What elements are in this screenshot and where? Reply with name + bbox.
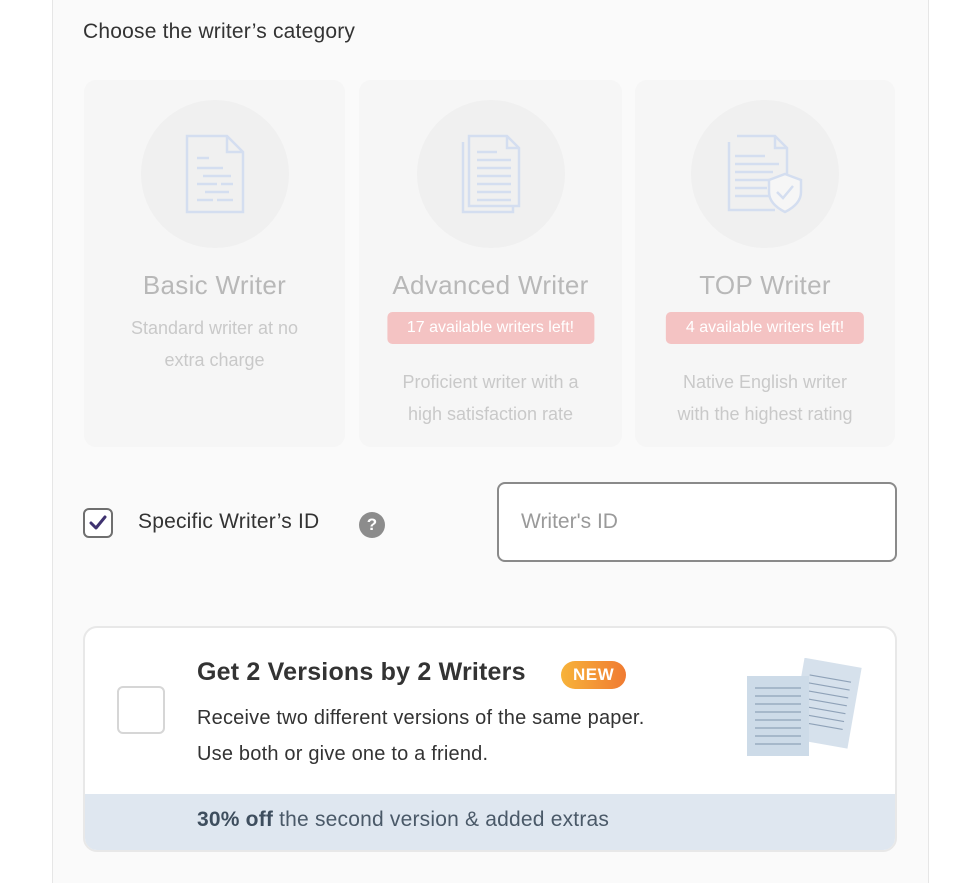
category-name: TOP Writer xyxy=(699,270,831,300)
document-shield-icon xyxy=(727,134,803,214)
two-versions-checkbox[interactable] xyxy=(117,686,165,734)
discount-text: the second version & added extras xyxy=(273,808,610,831)
two-versions-offer-card[interactable]: Get 2 Versions by 2 Writers NEW Receive … xyxy=(83,626,897,852)
description-line: Standard writer at no xyxy=(130,318,299,338)
section-title: Choose the writer’s category xyxy=(83,20,356,43)
specific-writer-label: Specific Writer’s ID xyxy=(138,510,320,533)
offer-description: Receive two different versions of the sa… xyxy=(197,700,644,772)
category-description: Standard writer at no extra charge xyxy=(98,312,331,376)
writer-id-input[interactable] xyxy=(497,482,897,562)
category-name: Advanced Writer xyxy=(392,270,589,300)
category-icon-circle xyxy=(691,100,839,248)
description-line: Native English writer xyxy=(682,372,848,392)
availability-badge: 4 available writers left! xyxy=(665,312,865,344)
category-icon-circle xyxy=(140,100,289,248)
category-card-basic[interactable]: Basic Writer Standard writer at no extra… xyxy=(84,80,345,447)
category-description: Native English writer with the highest r… xyxy=(649,366,881,430)
offer-title: Get 2 Versions by 2 Writers xyxy=(197,658,526,686)
new-badge: NEW xyxy=(561,661,627,689)
availability-badge: 17 available writers left! xyxy=(386,312,595,344)
category-name: Basic Writer xyxy=(142,270,287,300)
description-line: Receive two different versions of the sa… xyxy=(197,707,645,729)
help-icon[interactable]: ? xyxy=(359,512,385,538)
category-description: Proficient writer with a high satisfacti… xyxy=(373,366,608,430)
description-line: Use both or give one to a friend. xyxy=(197,743,489,765)
description-line: Proficient writer with a xyxy=(402,372,579,392)
document-icon xyxy=(185,134,244,214)
description-line: with the highest rating xyxy=(677,404,853,424)
description-line: extra charge xyxy=(164,350,265,370)
checkmark-icon xyxy=(89,515,107,530)
description-line: high satisfaction rate xyxy=(407,404,574,424)
specific-writer-checkbox[interactable] xyxy=(83,508,113,538)
category-card-top[interactable]: TOP Writer 4 available writers left! Nat… xyxy=(635,80,895,447)
document-stack-icon xyxy=(461,134,520,214)
category-icon-circle xyxy=(416,100,565,248)
discount-amount: 30% off xyxy=(197,808,274,831)
category-card-advanced[interactable]: Advanced Writer 17 available writers lef… xyxy=(359,80,622,447)
two-papers-icon xyxy=(747,658,862,756)
offer-discount-footer: 30% off the second version & added extra… xyxy=(85,794,895,850)
